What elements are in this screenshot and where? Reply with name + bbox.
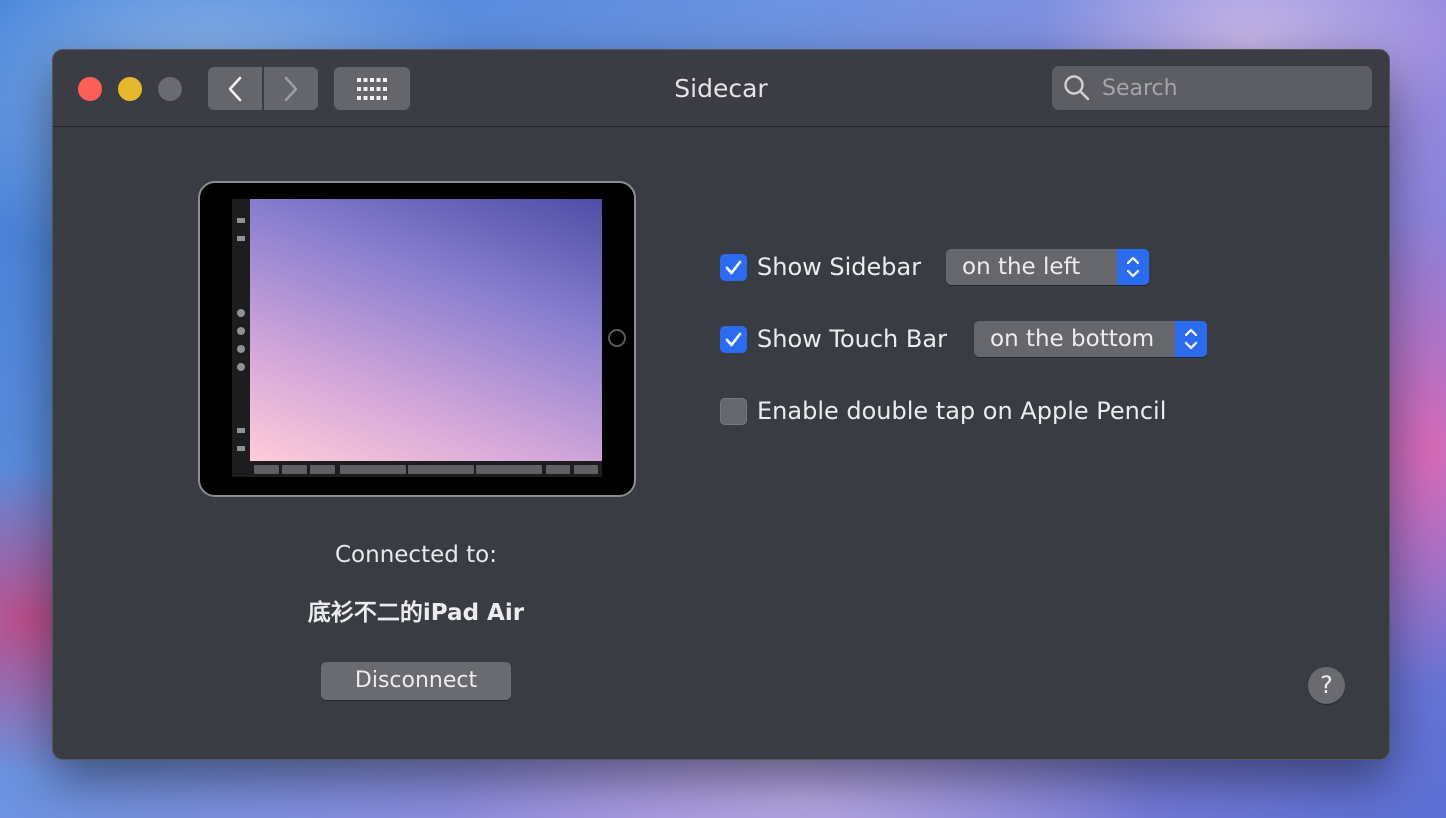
disconnect-button[interactable]: Disconnect [321,662,511,700]
zoom-button [158,77,182,101]
show-all-grid-icon [357,77,387,100]
double-tap-pencil-label: Enable double tap on Apple Pencil [757,397,1167,425]
device-name: 底衫不二的iPad Air [307,600,525,626]
ipad-touchbar-preview [250,461,602,477]
touchbar-key [310,465,335,474]
sidecar-preferences-window: Sidecar Search Connected to: 底衫不二的iPad A… [52,49,1390,760]
show-sidebar-label: Show Sidebar [757,253,922,281]
desktop-background: Sidecar Search Connected to: 底衫不二的iPad A… [0,0,1446,818]
sidebar-position-popup[interactable]: on the left [946,249,1149,285]
sidebar-control-mark [237,446,245,451]
back-button[interactable] [208,67,262,110]
search-icon [1064,75,1090,101]
ipad-screen-wallpaper [250,199,602,461]
touch-bar-position-popup[interactable]: on the bottom [974,321,1207,357]
titlebar: Sidecar [53,50,1389,127]
popup-arrows [1175,321,1207,357]
show-touch-bar-label: Show Touch Bar [757,325,947,353]
touchbar-key [476,465,542,474]
minimize-button[interactable] [118,77,142,101]
touchbar-key [546,465,570,474]
help-button[interactable]: ? [1308,667,1345,704]
sidebar-modifier-dot [237,345,245,353]
show-sidebar-checkbox[interactable] [720,253,747,281]
checkmark-icon [725,260,742,274]
show-touch-bar-checkbox[interactable] [720,325,747,353]
touch-bar-position-value: on the bottom [990,326,1155,352]
touchbar-key [340,465,406,474]
close-button[interactable] [78,77,102,101]
up-down-chevron-icon [1126,256,1140,278]
touchbar-key [574,465,598,474]
option-show-touch-bar: Show Touch Bar [720,320,947,358]
connected-to-label: Connected to: [335,542,497,568]
chevron-right-icon [284,76,298,101]
search-input[interactable] [1100,74,1354,102]
sidebar-control-mark [237,428,245,433]
touchbar-key [408,465,474,474]
double-tap-pencil-checkbox[interactable] [720,397,747,425]
chevron-left-icon [228,76,242,101]
forward-button[interactable] [264,67,318,110]
popup-arrows [1117,249,1149,285]
option-double-tap-pencil: Enable double tap on Apple Pencil [720,392,1166,430]
search-field[interactable] [1052,66,1372,110]
ipad-sidebar-preview [232,199,250,477]
sidebar-modifier-dot [237,327,245,335]
sidebar-control-mark [237,218,245,223]
navigation-buttons [208,67,318,110]
touchbar-key [254,465,279,474]
option-show-sidebar: Show Sidebar [720,248,921,286]
sidebar-control-mark [237,236,245,241]
window-title: Sidecar [674,74,768,103]
sidebar-position-value: on the left [962,254,1081,280]
sidebar-modifier-dot [237,363,245,371]
ipad-home-button [608,329,626,347]
touchbar-key [282,465,307,474]
checkmark-icon [725,332,742,346]
sidebar-modifier-dot [237,309,245,317]
ipad-illustration [198,181,636,497]
show-all-button[interactable] [334,67,410,110]
up-down-chevron-icon [1184,328,1198,350]
